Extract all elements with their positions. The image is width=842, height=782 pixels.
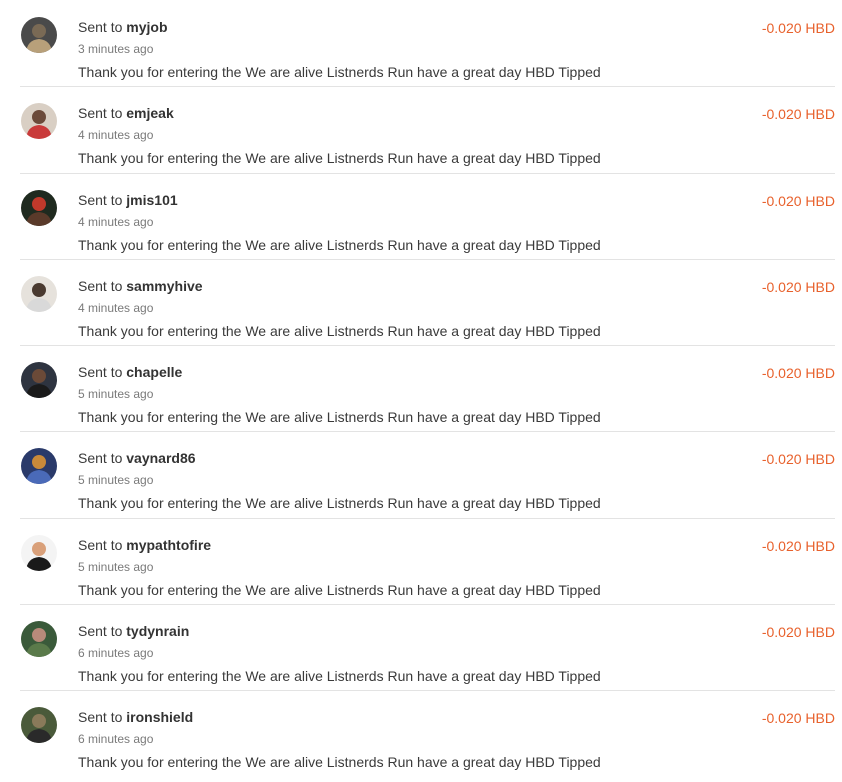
avatar-image — [21, 362, 57, 399]
recipient-username-link[interactable]: myjob — [126, 19, 167, 35]
transfer-row: Sent to emjeak 4 minutes ago Thank you f… — [0, 86, 842, 172]
transfer-timestamp: 3 minutes ago — [78, 42, 154, 56]
sent-to-prefix: Sent to — [78, 623, 123, 640]
transfer-memo: Thank you for entering the We are alive … — [78, 581, 601, 598]
transfer-memo: Thank you for entering the We are alive … — [78, 495, 601, 512]
sent-to-prefix: Sent to — [78, 19, 123, 35]
transfer-timestamp: 5 minutes ago — [78, 559, 154, 574]
sent-to-line: Sent to myjob — [78, 19, 168, 35]
avatar-image — [21, 621, 57, 658]
transfer-timestamp: 4 minutes ago — [78, 214, 154, 229]
transfer-timestamp: 4 minutes ago — [78, 300, 154, 315]
avatar-image — [21, 534, 57, 571]
transfer-row: Sent to jmis101 4 minutes ago Thank you … — [0, 172, 842, 259]
transfer-history-list: Sent to myjob 3 minutes ago Thank you fo… — [0, 0, 842, 782]
recipient-username-link[interactable]: vaynard86 — [126, 450, 195, 466]
transfer-row: Sent to tydynrain 6 minutes ago Thank yo… — [0, 604, 842, 690]
transfer-timestamp: 5 minutes ago — [78, 473, 154, 488]
avatar[interactable] — [21, 103, 57, 140]
sent-to-line: Sent to emjeak — [78, 105, 174, 121]
sent-to-line: Sent to vaynard86 — [78, 450, 196, 466]
transfer-timestamp: 5 minutes ago — [78, 387, 154, 402]
transfer-row: Sent to ironshield 6 minutes ago Thank y… — [0, 690, 842, 776]
sent-to-line: Sent to tydynrain — [78, 623, 189, 639]
transfer-timestamp: 4 minutes ago — [78, 128, 154, 143]
transfer-amount: -0.020 HBD — [761, 537, 835, 554]
sent-to-prefix: Sent to — [78, 536, 123, 553]
avatar[interactable] — [21, 17, 57, 53]
transfer-amount: -0.020 HBD — [761, 451, 835, 468]
avatar-image — [21, 448, 57, 485]
avatar[interactable] — [21, 621, 57, 658]
transfer-row: Sent to chapelle 5 minutes ago Thank you… — [0, 345, 842, 431]
transfer-timestamp: 6 minutes ago — [78, 646, 154, 661]
transfer-memo: Thank you for entering the We are alive … — [78, 409, 601, 426]
transfer-memo: Thank you for entering the We are alive … — [78, 236, 601, 253]
avatar-image — [21, 707, 57, 744]
avatar[interactable] — [21, 275, 57, 312]
transfer-amount: -0.020 HBD — [761, 624, 835, 641]
sent-to-line: Sent to sammyhive — [78, 278, 203, 294]
sent-to-line: Sent to ironshield — [78, 709, 193, 725]
transfer-amount: -0.020 HBD — [761, 365, 835, 382]
transfer-amount: -0.020 HBD — [761, 192, 835, 209]
recipient-username-link[interactable]: ironshield — [126, 709, 193, 725]
recipient-username-link[interactable]: chapelle — [126, 364, 182, 380]
sent-to-prefix: Sent to — [78, 191, 123, 208]
transfer-row: Sent to myjob 3 minutes ago Thank you fo… — [0, 0, 842, 86]
avatar[interactable] — [21, 362, 57, 399]
sent-to-line: Sent to chapelle — [78, 364, 182, 380]
avatar-image — [21, 189, 57, 226]
transfer-row: Sent to mypathtofire 5 minutes ago Thank… — [0, 517, 842, 604]
transfer-amount: -0.020 HBD — [761, 20, 835, 36]
recipient-username-link[interactable]: jmis101 — [126, 192, 177, 208]
sent-to-prefix: Sent to — [78, 364, 123, 381]
sent-to-prefix: Sent to — [78, 277, 123, 294]
avatar[interactable] — [21, 534, 57, 571]
transfer-amount: -0.020 HBD — [761, 106, 835, 123]
transfer-amount: -0.020 HBD — [761, 710, 835, 727]
transfer-amount: -0.020 HBD — [761, 278, 835, 295]
transfer-memo: Thank you for entering the We are alive … — [78, 150, 601, 167]
transfer-row: Sent to sammyhive 4 minutes ago Thank yo… — [0, 258, 842, 345]
avatar[interactable] — [21, 448, 57, 485]
transfer-memo: Thank you for entering the We are alive … — [78, 322, 601, 339]
sent-to-line: Sent to mypathtofire — [78, 537, 211, 553]
transfer-memo: Thank you for entering the We are alive … — [78, 754, 601, 771]
avatar[interactable] — [21, 707, 57, 744]
recipient-username-link[interactable]: tydynrain — [126, 623, 189, 639]
transfer-timestamp: 6 minutes ago — [78, 732, 154, 747]
avatar-image — [21, 275, 57, 312]
recipient-username-link[interactable]: mypathtofire — [126, 537, 211, 553]
transfer-memo: Thank you for entering the We are alive … — [78, 668, 601, 685]
sent-to-prefix: Sent to — [78, 709, 123, 726]
sent-to-prefix: Sent to — [78, 105, 123, 122]
sent-to-prefix: Sent to — [78, 450, 123, 467]
transfer-memo: Thank you for entering the We are alive … — [78, 64, 601, 80]
avatar[interactable] — [21, 189, 57, 226]
transfer-row: Sent to vaynard86 5 minutes ago Thank yo… — [0, 431, 842, 517]
recipient-username-link[interactable]: emjeak — [126, 105, 173, 121]
avatar-image — [21, 17, 57, 53]
recipient-username-link[interactable]: sammyhive — [126, 278, 202, 294]
sent-to-line: Sent to jmis101 — [78, 192, 178, 208]
avatar-image — [21, 103, 57, 140]
